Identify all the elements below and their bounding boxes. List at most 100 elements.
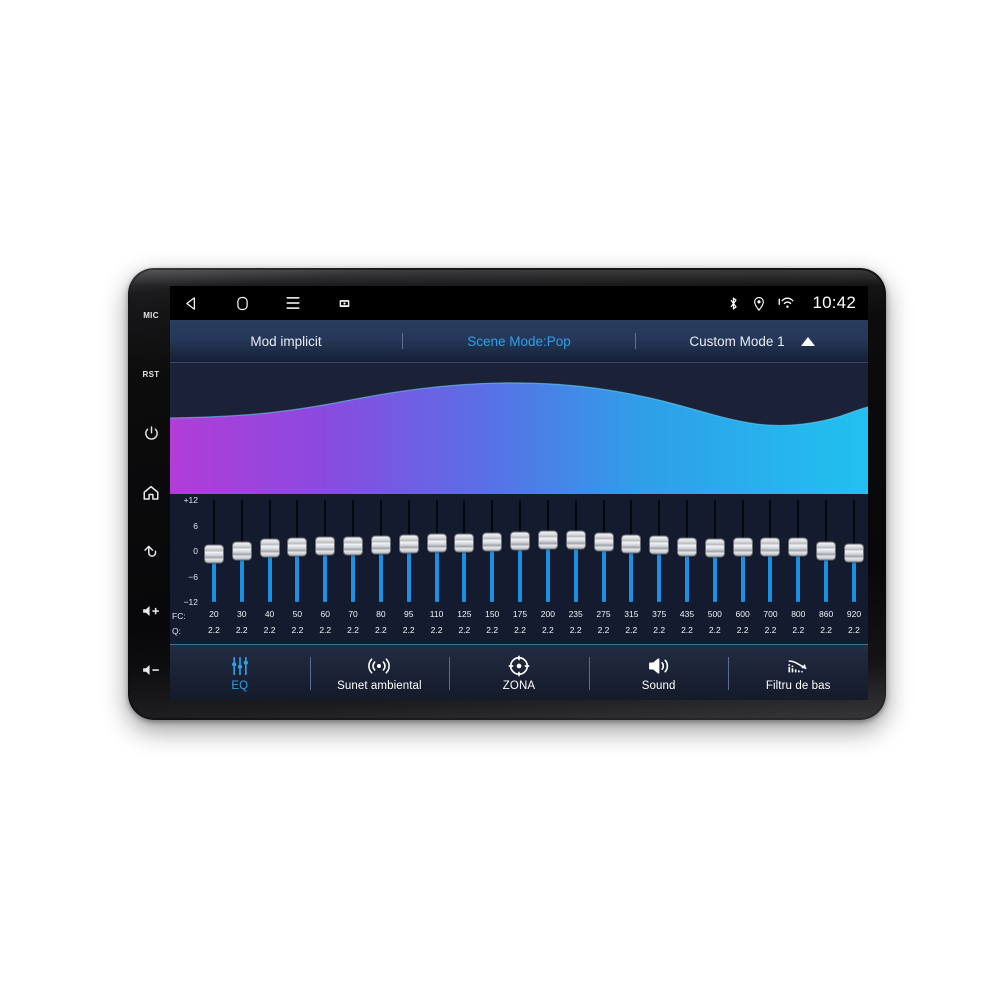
eq-slider-knob[interactable] (817, 542, 836, 560)
eq-band-frequency[interactable]: 800 (784, 607, 812, 622)
volume-up-icon[interactable] (132, 582, 170, 641)
eq-band-frequency[interactable]: 315 (617, 607, 645, 622)
eq-slider-knob[interactable] (705, 539, 724, 557)
eq-slider-knob[interactable] (622, 535, 641, 553)
eq-band-slider[interactable] (395, 494, 423, 606)
screenshot-icon[interactable] (333, 292, 355, 314)
eq-band-q-factor[interactable]: 2.2 (506, 622, 534, 638)
eq-slider-knob[interactable] (204, 545, 223, 563)
mode-option-custom[interactable]: Custom Mode 1 (636, 320, 868, 362)
eq-band-q-factor[interactable]: 2.2 (812, 622, 840, 638)
eq-band-q-factor[interactable]: 2.2 (256, 622, 284, 638)
eq-band-frequency[interactable]: 70 (339, 607, 367, 622)
eq-band-frequency[interactable]: 95 (395, 607, 423, 622)
eq-band-frequency[interactable]: 175 (506, 607, 534, 622)
eq-band-q-factor[interactable]: 2.2 (450, 622, 478, 638)
eq-slider-knob[interactable] (761, 538, 780, 556)
mode-option-scene[interactable]: Scene Mode:Pop (403, 320, 635, 362)
eq-band-slider[interactable] (562, 494, 590, 606)
power-icon[interactable] (132, 404, 170, 463)
eq-band-q-factor[interactable]: 2.2 (423, 622, 451, 638)
eq-band-q-factor[interactable]: 2.2 (311, 622, 339, 638)
eq-band-frequency[interactable]: 860 (812, 607, 840, 622)
eq-band-slider[interactable] (673, 494, 701, 606)
eq-band-frequency[interactable]: 20 (200, 607, 228, 622)
eq-band-q-factor[interactable]: 2.2 (339, 622, 367, 638)
tab-zona[interactable]: ZONA (449, 645, 589, 700)
eq-band-frequency[interactable]: 80 (367, 607, 395, 622)
tab-sound[interactable]: Sound (588, 645, 729, 700)
eq-slider-knob[interactable] (677, 538, 696, 556)
eq-band-slider[interactable] (812, 494, 840, 606)
eq-band-q-factor[interactable]: 2.2 (367, 622, 395, 638)
eq-band-slider[interactable] (645, 494, 673, 606)
eq-slider-knob[interactable] (260, 539, 279, 557)
eq-band-frequency[interactable]: 200 (534, 607, 562, 622)
eq-band-q-factor[interactable]: 2.2 (757, 622, 785, 638)
eq-band-frequency[interactable]: 125 (450, 607, 478, 622)
tab-sunet-ambiental[interactable]: Sunet ambiental (309, 645, 450, 700)
home-icon[interactable] (231, 292, 253, 314)
eq-band-frequency[interactable]: 110 (423, 607, 451, 622)
eq-band-q-factor[interactable]: 2.2 (200, 622, 228, 638)
eq-slider-knob[interactable] (288, 538, 307, 556)
eq-band-frequency[interactable]: 700 (757, 607, 785, 622)
hardware-key-reset[interactable]: RST (132, 345, 170, 404)
eq-band-q-factor[interactable]: 2.2 (590, 622, 618, 638)
chevron-up-icon[interactable] (800, 336, 815, 346)
eq-band-q-factor[interactable]: 2.2 (228, 622, 256, 638)
eq-band-slider[interactable] (256, 494, 284, 606)
eq-band-frequency[interactable]: 60 (311, 607, 339, 622)
eq-band-frequency[interactable]: 40 (256, 607, 284, 622)
tab-filtru-de-bas[interactable]: Filtru de bas (728, 645, 868, 700)
eq-slider-knob[interactable] (232, 542, 251, 560)
eq-band-frequency[interactable]: 435 (673, 607, 701, 622)
eq-band-slider[interactable] (617, 494, 645, 606)
eq-band-slider[interactable] (840, 494, 868, 606)
eq-band-slider[interactable] (534, 494, 562, 606)
eq-band-slider[interactable] (423, 494, 451, 606)
eq-band-slider[interactable] (701, 494, 729, 606)
eq-band-slider[interactable] (339, 494, 367, 606)
eq-band-frequency[interactable]: 600 (729, 607, 757, 622)
volume-down-icon[interactable] (132, 641, 170, 700)
eq-band-frequency[interactable]: 500 (701, 607, 729, 622)
eq-band-frequency[interactable]: 150 (478, 607, 506, 622)
eq-band-slider[interactable] (729, 494, 757, 606)
eq-band-slider[interactable] (478, 494, 506, 606)
eq-slider-knob[interactable] (733, 538, 752, 556)
eq-slider-knob[interactable] (789, 538, 808, 556)
eq-band-frequency[interactable]: 920 (840, 607, 868, 622)
eq-slider-knob[interactable] (371, 536, 390, 554)
eq-slider-knob[interactable] (594, 533, 613, 551)
hardware-key-mic[interactable]: MIC (132, 286, 170, 345)
eq-slider-knob[interactable] (650, 536, 669, 554)
back-icon[interactable] (180, 292, 202, 314)
back-arrow-icon[interactable] (132, 523, 170, 582)
tab-eq[interactable]: EQ (170, 645, 310, 700)
eq-slider-knob[interactable] (399, 535, 418, 553)
eq-slider-knob[interactable] (511, 532, 530, 550)
mode-option-default[interactable]: Mod implicit (170, 320, 402, 362)
eq-band-frequency[interactable]: 275 (590, 607, 618, 622)
eq-band-frequency[interactable]: 50 (283, 607, 311, 622)
home-icon[interactable] (132, 463, 170, 522)
eq-slider-knob[interactable] (566, 531, 585, 549)
eq-band-q-factor[interactable]: 2.2 (283, 622, 311, 638)
eq-band-slider[interactable] (757, 494, 785, 606)
eq-band-slider[interactable] (590, 494, 618, 606)
eq-slider-knob[interactable] (344, 537, 363, 555)
eq-band-slider[interactable] (784, 494, 812, 606)
eq-slider-knob[interactable] (844, 544, 863, 562)
eq-slider-knob[interactable] (455, 534, 474, 551)
eq-band-q-factor[interactable]: 2.2 (617, 622, 645, 638)
eq-band-q-factor[interactable]: 2.2 (729, 622, 757, 638)
eq-band-q-factor[interactable]: 2.2 (840, 622, 868, 638)
eq-band-slider[interactable] (450, 494, 478, 606)
eq-band-q-factor[interactable]: 2.2 (562, 622, 590, 638)
eq-band-q-factor[interactable]: 2.2 (395, 622, 423, 638)
eq-slider-knob[interactable] (538, 531, 557, 549)
eq-band-frequency[interactable]: 235 (562, 607, 590, 622)
eq-band-q-factor[interactable]: 2.2 (645, 622, 673, 638)
eq-band-q-factor[interactable]: 2.2 (701, 622, 729, 638)
